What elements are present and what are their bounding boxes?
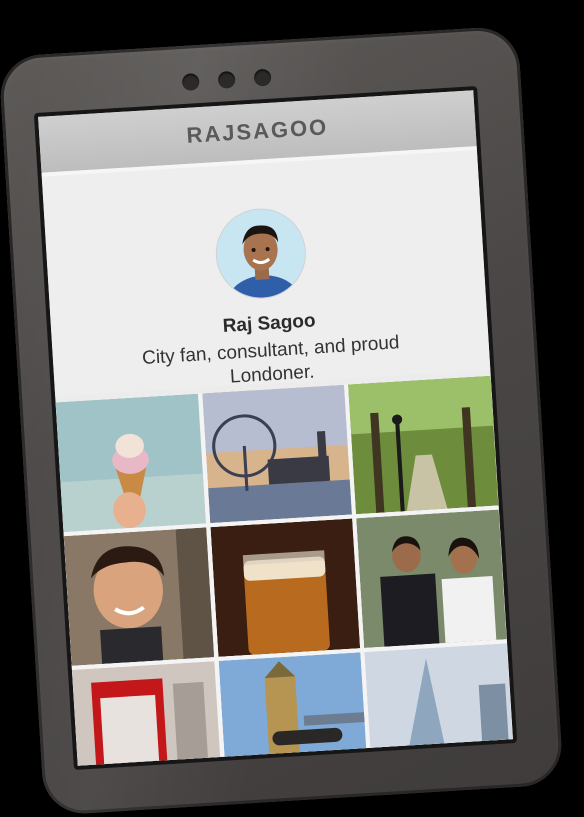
london-eye-photo[interactable] (201, 384, 353, 524)
tower-bridge-photo[interactable] (218, 652, 369, 770)
phone-screen: RAJSAGOO Raj Sagoo City fan, consultant,… (33, 86, 518, 770)
ice-cream-photo[interactable] (55, 393, 206, 533)
child-portrait-photo[interactable] (63, 527, 215, 666)
profile-card: Raj Sagoo City fan, consultant, and prou… (41, 150, 491, 397)
ice-cream-icon (55, 393, 206, 533)
telephone-box-icon (71, 661, 223, 770)
couple-icon (356, 509, 507, 648)
beer-glass-photo[interactable] (210, 518, 361, 657)
red-telephone-box-photo[interactable] (71, 661, 223, 770)
couple-photo[interactable] (356, 509, 507, 648)
child-portrait-icon (63, 527, 215, 666)
avatar[interactable] (214, 206, 308, 301)
app-title: RAJSAGOO (185, 114, 329, 148)
ferris-wheel-icon (201, 384, 353, 524)
trees-icon (348, 375, 499, 515)
photo-grid (55, 375, 516, 770)
tower-bridge-icon (218, 652, 369, 770)
park-avenue-photo[interactable] (348, 375, 499, 515)
beer-glass-icon (210, 518, 361, 657)
person-avatar-icon (214, 206, 308, 301)
tilted-scene: RAJSAGOO Raj Sagoo City fan, consultant,… (0, 0, 584, 816)
